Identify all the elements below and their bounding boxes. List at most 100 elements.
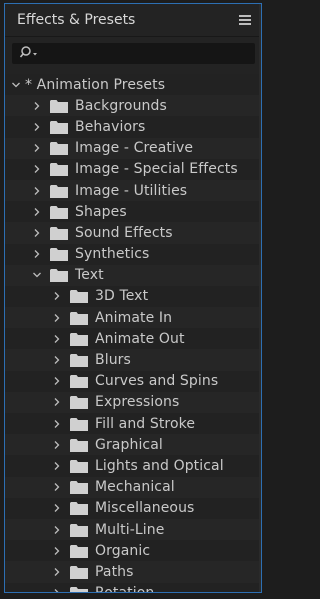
scrollbar-track[interactable] [259,4,261,592]
tree-item-label: Rotation [95,585,154,592]
chevron-right-icon[interactable] [52,334,62,344]
tree-item[interactable]: Shapes [5,201,261,223]
chevron-right-icon[interactable] [32,228,42,238]
chevron-right-icon[interactable] [52,482,62,492]
tree-item-label: Animate In [95,309,173,326]
tree-item-label: Miscellaneous [95,500,195,517]
tree-item[interactable]: Multi-Line [5,518,261,541]
chevron-right-icon[interactable] [32,143,42,153]
chevron-right-icon[interactable] [32,101,42,111]
folder-icon [70,586,88,592]
tree-item-label: Organic [95,542,151,559]
tree-item[interactable]: Synthetics [5,243,261,265]
tree-item[interactable]: Behaviors [5,116,261,138]
tree-item-label: Synthetics [75,246,150,263]
hamburger-menu-icon[interactable] [239,15,251,25]
folder-icon [70,332,88,346]
folder-icon [70,480,88,495]
folder-icon [70,395,88,410]
tree-item[interactable]: Mechanical [5,476,261,498]
tree-item[interactable]: Blurs [5,349,261,371]
folder-icon [70,353,88,368]
chevron-down-icon[interactable] [32,270,42,280]
tree-item-label: Graphical [95,436,163,453]
tree-item[interactable]: Backgrounds [5,95,261,117]
folder-icon [70,501,88,516]
panel-title: Effects & Presets [17,12,136,28]
tree-item-label: Mechanical [95,479,175,496]
preset-tree: * Animation Presets Backgrounds Behaviors I… [5,70,261,592]
tree-item-label: 3D Text [95,288,149,305]
chevron-right-icon[interactable] [32,122,42,132]
tree-root-item[interactable]: * Animation Presets [5,74,261,96]
tree-item[interactable]: Paths [5,561,261,583]
tree-item-label: Sound Effects [75,224,173,241]
tree-item-label: Blurs [95,352,131,369]
folder-icon [50,99,68,113]
chevron-right-icon[interactable] [52,567,62,577]
tree-item[interactable]: Sound Effects [5,222,261,244]
chevron-right-icon[interactable] [32,249,42,259]
folder-icon [50,247,68,262]
tree-item-label: Paths [95,563,134,580]
chevron-right-icon[interactable] [52,440,62,450]
tree-item-label: Lights and Optical [95,457,224,474]
panel-header: Effects & Presets [5,4,261,37]
search-icon[interactable] [19,44,40,63]
tree-item[interactable]: Graphical [5,434,261,456]
tree-item-label: Text [75,267,104,284]
tree-item-label: Expressions [95,394,180,411]
folder-icon [50,226,68,240]
folder-icon [70,459,88,473]
chevron-right-icon[interactable] [52,588,62,592]
tree-item[interactable]: Curves and Spins [5,370,261,392]
tree-item-label: Animate Out [95,330,185,347]
folder-icon [50,162,68,177]
folder-icon [70,289,88,304]
tree-item[interactable]: Miscellaneous [5,497,261,519]
tree-item[interactable]: Fill and Stroke [5,413,261,435]
folder-icon [50,141,68,156]
chevron-down-icon[interactable] [11,80,21,90]
chevron-right-icon[interactable] [52,525,62,535]
tree-item-label: * Animation Presets [25,76,166,93]
search-input[interactable] [12,43,255,64]
tree-item[interactable]: Rotation [5,582,261,592]
tree-item[interactable]: Animate Out [5,328,261,350]
folder-icon [50,120,68,134]
tree-item-label: Multi-Line [95,521,165,538]
chevron-right-icon[interactable] [52,313,62,323]
tree-item-label: Curves and Spins [95,373,219,390]
tree-item[interactable]: Image - Utilities [5,179,261,202]
folder-icon [70,565,88,579]
chevron-right-icon[interactable] [32,207,42,217]
chevron-right-icon[interactable] [52,461,62,471]
chevron-right-icon[interactable] [52,376,62,386]
chevron-right-icon[interactable] [52,355,62,365]
tree-item[interactable]: Lights and Optical [5,455,261,477]
tree-item[interactable]: Text [5,264,261,286]
tree-item-label: Fill and Stroke [95,415,196,432]
tree-item[interactable]: 3D Text [5,285,261,308]
chevron-right-icon[interactable] [52,397,62,407]
tree-item[interactable]: Organic [5,540,261,562]
chevron-right-icon[interactable] [52,546,62,556]
folder-icon [70,374,88,389]
folder-icon [70,523,88,537]
tree-item[interactable]: Image - Creative [5,137,261,159]
folder-icon [70,311,88,325]
effects-presets-panel: Effects & Presets * Animation Presets Bac… [4,3,262,593]
tree-item-label: Shapes [75,203,127,220]
chevron-right-icon[interactable] [52,419,62,429]
tree-item[interactable]: Expressions [5,391,261,413]
tree-item[interactable]: Image - Special Effects [5,158,261,180]
chevron-right-icon[interactable] [52,503,62,513]
chevron-right-icon[interactable] [52,291,62,301]
tree-item-label: Behaviors [75,118,146,135]
chevron-right-icon[interactable] [32,164,42,174]
tree-item[interactable]: Animate In [5,307,261,329]
folder-icon [50,205,68,219]
chevron-right-icon[interactable] [32,186,42,196]
tree-item-label: Image - Special Effects [75,161,238,178]
folder-icon [70,438,88,452]
